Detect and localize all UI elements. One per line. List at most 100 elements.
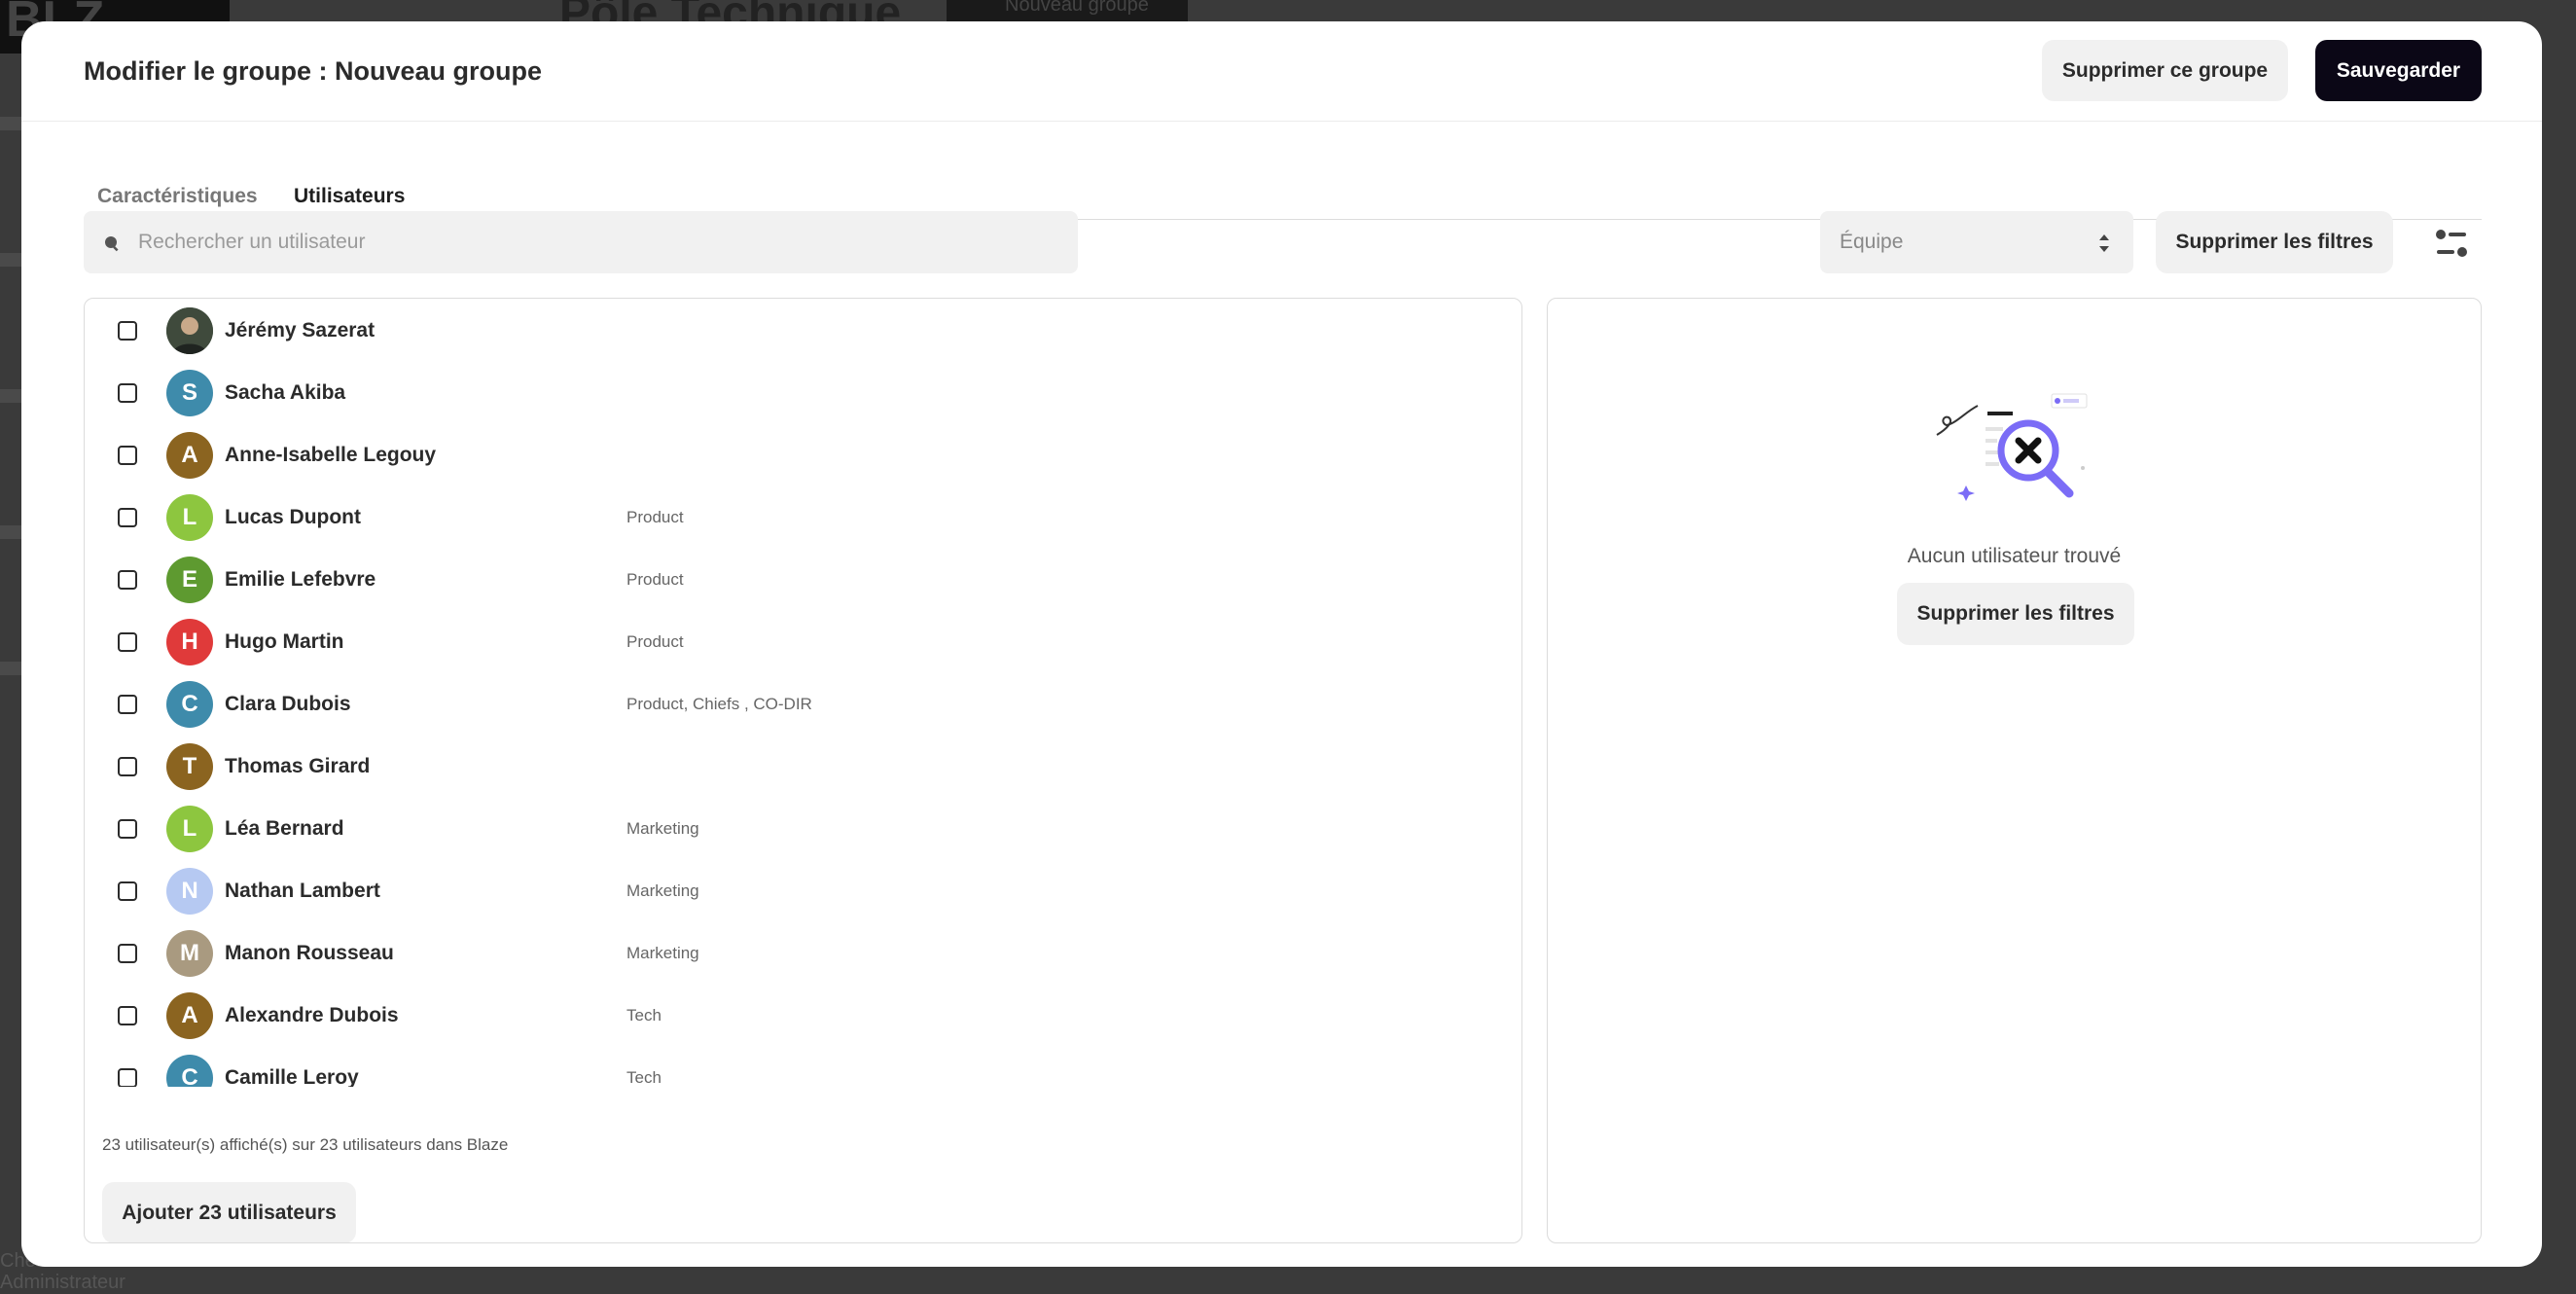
user-name: Hugo Martin (225, 630, 344, 653)
user-checkbox[interactable] (118, 757, 137, 776)
avatar: C (166, 1055, 213, 1087)
avatar: C (166, 681, 213, 728)
delete-group-button[interactable]: Supprimer ce groupe (2042, 40, 2288, 101)
avatar: L (166, 806, 213, 852)
user-team: Tech (626, 1006, 662, 1024)
modal-header: Modifier le groupe : Nouveau groupe Supp… (21, 21, 2542, 122)
search-icon (105, 236, 119, 252)
selected-users-panel: Aucun utilisateur trouvé Supprimer les f… (1547, 298, 2482, 1243)
background-sidebar-mark (0, 389, 21, 403)
user-row[interactable]: L Léa Bernard Marketing (85, 798, 1521, 860)
empty-state-clear-filters-button[interactable]: Supprimer les filtres (1897, 583, 2134, 645)
avatar: H (166, 619, 213, 665)
search-bar[interactable] (84, 211, 1078, 273)
user-list[interactable]: Jérémy Sazerat S Sacha Akiba A Anne-Isabelle… (85, 299, 1521, 1087)
user-name: Lucas Dupont (225, 506, 361, 528)
user-team: Product, Chiefs , CO-DIR (626, 695, 812, 713)
avatar: N (166, 868, 213, 915)
empty-state-text: Aucun utilisateur trouvé (1907, 545, 2122, 567)
user-team: Tech (626, 1068, 662, 1087)
user-checkbox[interactable] (118, 944, 137, 963)
user-name: Anne-Isabelle Legouy (225, 444, 437, 466)
avatar-initial: A (181, 1002, 198, 1028)
user-checkbox[interactable] (118, 508, 137, 527)
search-input[interactable] (138, 211, 1053, 273)
team-select-value: Équipe (1840, 231, 1904, 253)
user-row[interactable]: L Lucas Dupont Product (85, 486, 1521, 549)
user-checkbox[interactable] (118, 819, 137, 839)
user-team: Product (626, 632, 684, 651)
avatar-initial: S (181, 379, 197, 406)
user-name: Jérémy Sazerat (225, 319, 376, 341)
avatar-initial: A (181, 442, 198, 468)
user-name: Sacha Akiba (225, 381, 346, 404)
user-checkbox[interactable] (118, 570, 137, 590)
user-list-panel: Jérémy Sazerat S Sacha Akiba A Anne-Isabelle… (84, 298, 1522, 1243)
user-team: Product (626, 508, 684, 526)
save-button[interactable]: Sauvegarder (2315, 40, 2482, 101)
user-checkbox[interactable] (118, 695, 137, 714)
user-name: Clara Dubois (225, 693, 351, 715)
avatar: L (166, 494, 213, 541)
avatar-initial: T (182, 753, 197, 779)
avatar-photo (166, 307, 213, 354)
avatar-initial: L (182, 815, 197, 842)
user-row[interactable]: N Nathan Lambert Marketing (85, 860, 1521, 922)
user-row[interactable]: H Hugo Martin Product (85, 611, 1521, 673)
avatar-initial: H (181, 629, 198, 655)
background-sidebar-mark (0, 662, 21, 675)
avatar: A (166, 432, 213, 479)
user-name: Nathan Lambert (225, 880, 380, 902)
avatar: M (166, 930, 213, 977)
edit-group-modal: Modifier le groupe : Nouveau groupe Supp… (21, 21, 2542, 1267)
user-checkbox[interactable] (118, 1006, 137, 1025)
clear-filters-button[interactable]: Supprimer les filtres (2156, 211, 2393, 273)
user-name: Camille Leroy (225, 1066, 359, 1087)
avatar: A (166, 992, 213, 1039)
background-sidebar-mark (0, 117, 21, 130)
avatar-initial: C (181, 1064, 198, 1087)
user-row[interactable]: T Thomas Girard (85, 736, 1521, 798)
tab-characteristics[interactable]: Caractéristiques (97, 185, 258, 208)
avatar-initial: L (182, 504, 197, 530)
user-checkbox[interactable] (118, 383, 137, 403)
user-name: Léa Bernard (225, 817, 344, 840)
user-name: Emilie Lefebvre (225, 568, 376, 591)
user-name: Manon Rousseau (225, 942, 394, 964)
no-results-magnifier-icon (1936, 393, 2088, 501)
tab-users[interactable]: Utilisateurs (294, 185, 405, 208)
user-name: Alexandre Dubois (225, 1004, 399, 1026)
user-row[interactable]: S Sacha Akiba (85, 362, 1521, 424)
user-checkbox[interactable] (118, 632, 137, 652)
avatar-initial: E (181, 566, 197, 593)
background-sidebar-mark (0, 253, 21, 267)
user-row[interactable]: M Manon Rousseau Marketing (85, 922, 1521, 985)
user-team: Marketing (626, 944, 699, 962)
user-row[interactable]: Jérémy Sazerat (85, 300, 1521, 362)
avatar: E (166, 557, 213, 603)
avatar: T (166, 743, 213, 790)
user-checkbox[interactable] (118, 446, 137, 465)
user-row[interactable]: C Clara Dubois Product, Chiefs , CO-DIR (85, 673, 1521, 736)
user-row[interactable]: A Anne-Isabelle Legouy (85, 424, 1521, 486)
select-arrows-icon (2099, 234, 2109, 252)
list-count-text: 23 utilisateur(s) affiché(s) sur 23 util… (102, 1135, 509, 1154)
user-row[interactable]: A Alexandre Dubois Tech (85, 985, 1521, 1047)
avatar: S (166, 370, 213, 416)
background-sidebar-mark (0, 525, 21, 539)
user-checkbox[interactable] (118, 321, 137, 341)
avatar (166, 307, 213, 354)
user-checkbox[interactable] (118, 1068, 137, 1087)
user-team: Product (626, 570, 684, 589)
avatar-initial: C (181, 691, 198, 717)
filter-settings-icon[interactable] (2434, 229, 2469, 258)
modal-title: Modifier le groupe : Nouveau groupe (84, 56, 543, 86)
background-new-group-button: Nouveau groupe (947, 0, 1188, 21)
team-select[interactable]: Équipe (1820, 211, 2133, 273)
avatar-initial: N (181, 878, 198, 904)
user-row[interactable]: E Emilie Lefebvre Product (85, 549, 1521, 611)
user-checkbox[interactable] (118, 881, 137, 901)
add-users-button[interactable]: Ajouter 23 utilisateurs (102, 1182, 356, 1242)
user-team: Marketing (626, 819, 699, 838)
user-row[interactable]: C Camille Leroy Tech (85, 1047, 1521, 1087)
